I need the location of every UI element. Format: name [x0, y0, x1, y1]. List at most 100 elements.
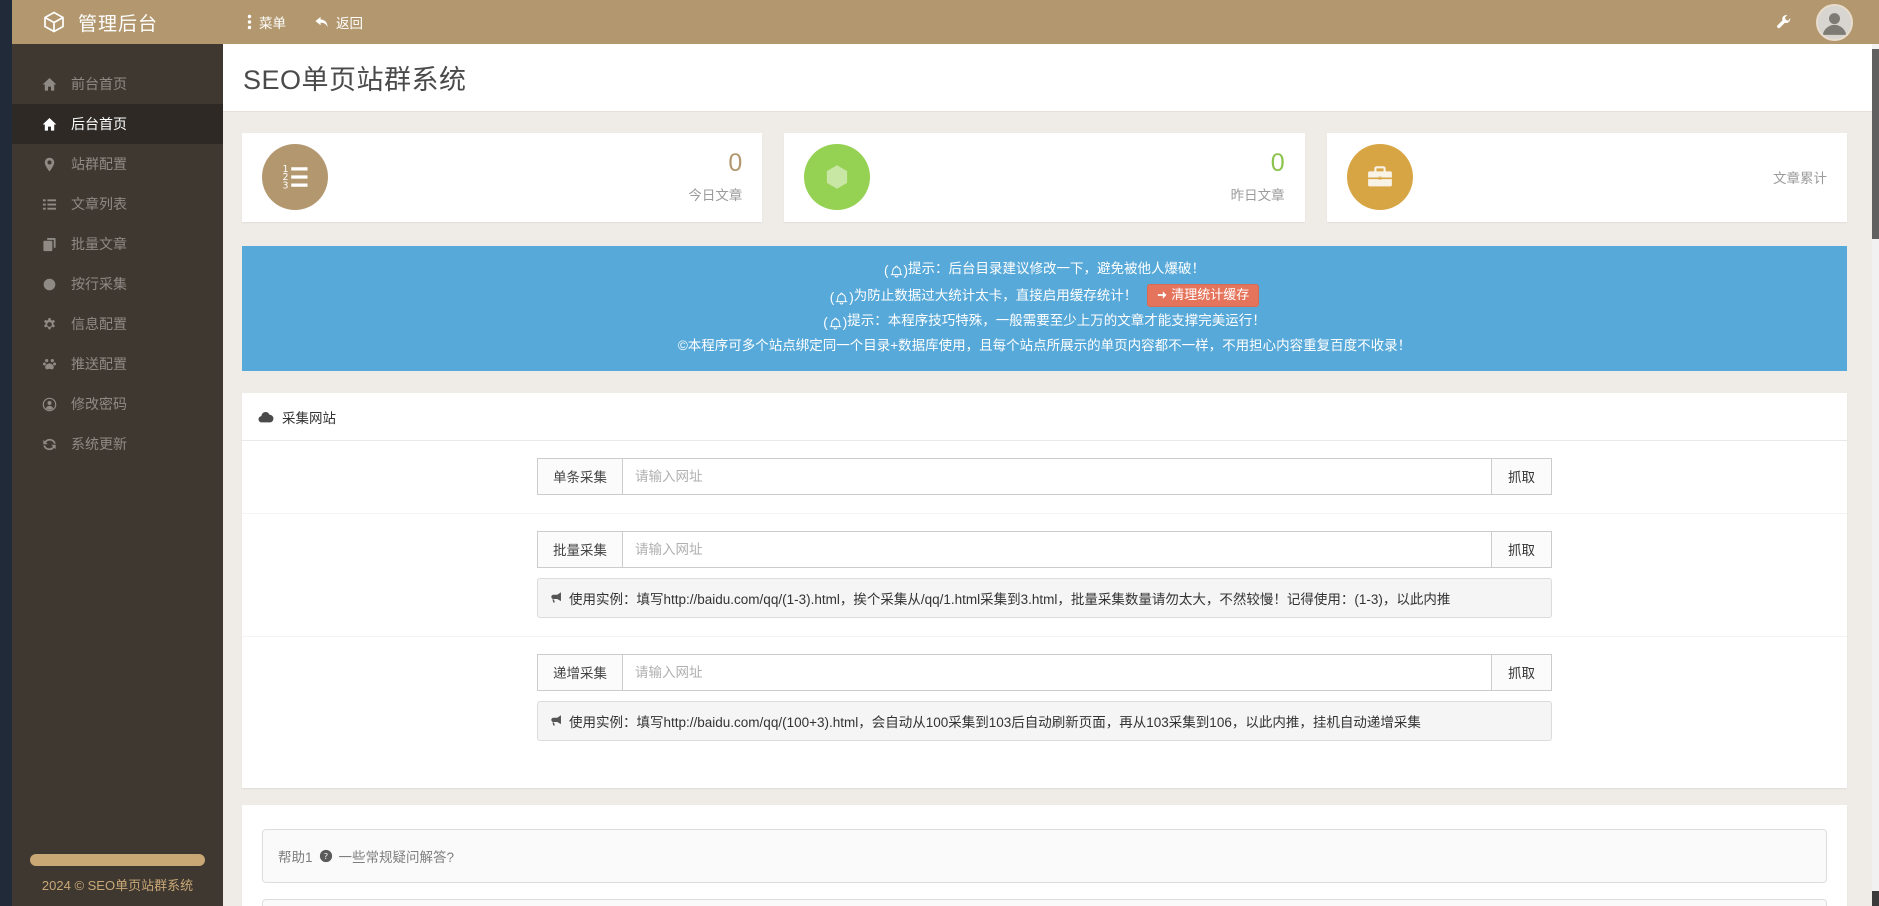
- sidebar-item-article-list[interactable]: 文章列表: [12, 184, 223, 224]
- collect-input-batch[interactable]: [622, 531, 1492, 568]
- briefcase-icon: [1347, 144, 1413, 210]
- sidebar-item-label: 推送配置: [71, 354, 127, 374]
- sidebar-footer-text: 2024 © SEO单页站群系统: [12, 875, 223, 894]
- map-marker-icon: [42, 157, 57, 172]
- paw-icon: [42, 357, 57, 372]
- back-label: 返回: [336, 12, 363, 32]
- hexagon-icon: [804, 144, 870, 210]
- scrollbar-end-arrow[interactable]: [1872, 891, 1879, 906]
- stat-value-yesterday: 0: [1231, 150, 1285, 176]
- home-icon: [42, 117, 57, 132]
- list-ol-icon: 1 2 3: [262, 144, 328, 210]
- sidebar-item-label: 后台首页: [71, 114, 127, 134]
- avatar[interactable]: [1816, 4, 1853, 41]
- collect-label-increment: 递增采集: [537, 654, 622, 691]
- menu-toggle[interactable]: 菜单: [247, 12, 286, 32]
- bell-icon: [830, 288, 854, 308]
- clear-cache-button[interactable]: 清理统计缓存: [1147, 284, 1259, 307]
- notice-banner: 提示：后台目录建议修改一下，避免被他人爆破！ 为防止数据过大统计太卡，直接启用缓…: [242, 246, 1847, 371]
- gear-icon: [42, 317, 57, 332]
- sidebar-item-change-password[interactable]: 修改密码: [12, 384, 223, 424]
- stat-card-total: 文章累计: [1327, 133, 1847, 222]
- sidebar-item-site-config[interactable]: 站群配置: [12, 144, 223, 184]
- stat-label-yesterday: 昨日文章: [1231, 184, 1285, 204]
- sidebar-item-label: 修改密码: [71, 394, 127, 414]
- sidebar: 前台首页 后台首页 站群配置: [12, 44, 223, 906]
- notice-line-2: 为防止数据过大统计太卡，直接启用缓存统计！清理统计缓存: [252, 284, 1837, 308]
- bell-icon: [884, 261, 908, 281]
- collect-panel: 采集网站 单条采集 抓取 批量采集: [242, 393, 1847, 788]
- collect-panel-title: 采集网站: [282, 407, 336, 427]
- content: 1 2 3 0 今日文章: [223, 112, 1879, 906]
- top-right-tools: [1774, 4, 1879, 41]
- reply-arrow-icon: [314, 16, 329, 29]
- cube-logo-icon: [42, 10, 66, 34]
- bullhorn-icon: [550, 714, 563, 727]
- page-title: SEO单页站群系统: [243, 58, 467, 97]
- back-link[interactable]: 返回: [314, 12, 363, 32]
- collect-input-single[interactable]: [622, 458, 1492, 495]
- stat-card-yesterday: 0 昨日文章: [784, 133, 1304, 222]
- stat-label-today: 今日文章: [688, 184, 742, 204]
- user-icon: [42, 397, 57, 412]
- svg-text:?: ?: [323, 851, 327, 861]
- help-panel: 帮助1 ? 一些常规疑问解答? 帮助2: [242, 805, 1847, 906]
- sidebar-item-label: 前台首页: [71, 74, 127, 94]
- sidebar-item-batch-articles[interactable]: 批量文章: [12, 224, 223, 264]
- sidebar-footer-bar: [30, 854, 205, 866]
- collect-hint-batch: 使用实例：填写http://baidu.com/qq/(1-3).html，挨个…: [537, 578, 1552, 618]
- help-accordion-1[interactable]: 帮助1 ? 一些常规疑问解答?: [262, 829, 1827, 883]
- sidebar-item-label: 站群配置: [71, 154, 127, 174]
- collect-grab-button-increment[interactable]: 抓取: [1492, 654, 1552, 691]
- scrollbar-track[interactable]: [1872, 44, 1879, 906]
- stat-value-today: 0: [688, 150, 742, 176]
- notice-line-4: ©本程序可多个站点绑定同一个目录+数据库使用，且每个站点所展示的单页内容都不一样…: [252, 336, 1837, 356]
- sidebar-item-line-collect[interactable]: 按行采集: [12, 264, 223, 304]
- collect-panel-body: 单条采集 抓取 批量采集 抓取: [242, 441, 1847, 788]
- collect-input-increment[interactable]: [622, 654, 1492, 691]
- collect-row-increment: 递增采集 抓取 使用实例：填写http://baidu.: [242, 637, 1847, 759]
- collect-grab-button-single[interactable]: 抓取: [1492, 458, 1552, 495]
- sidebar-item-push-config[interactable]: 推送配置: [12, 344, 223, 384]
- notice-line-3: 提示：本程序技巧特殊，一般需要至少上万的文章才能支撑完美运行！: [252, 311, 1837, 333]
- collect-row-batch: 批量采集 抓取 使用实例：填写http://baidu.: [242, 514, 1847, 637]
- sidebar-item-admin-home[interactable]: 后台首页: [12, 104, 223, 144]
- collect-label-single: 单条采集: [537, 458, 622, 495]
- sidebar-item-front-home[interactable]: 前台首页: [12, 64, 223, 104]
- arrow-right-icon: [1157, 290, 1167, 300]
- notice-line-1: 提示：后台目录建议修改一下，避免被他人爆破！: [252, 259, 1837, 281]
- main-area: SEO单页站群系统 1 2 3: [223, 44, 1879, 906]
- help-text: 一些常规疑问解答?: [339, 846, 455, 866]
- collect-row-single: 单条采集 抓取: [242, 441, 1847, 514]
- sidebar-item-label: 按行采集: [71, 274, 127, 294]
- list-icon: [42, 197, 57, 212]
- wrench-icon[interactable]: [1774, 13, 1792, 31]
- ellipsis-v-icon: [247, 14, 252, 30]
- sidebar-item-label: 文章列表: [71, 194, 127, 214]
- help-prefix: 帮助1: [278, 846, 313, 866]
- circle-icon: [42, 277, 57, 292]
- svg-text:3: 3: [283, 181, 289, 192]
- copy-icon: [42, 237, 57, 252]
- bell-icon: [823, 313, 847, 333]
- collect-panel-header: 采集网站: [242, 393, 1847, 441]
- admin-app: 管理后台 菜单 返回: [12, 0, 1879, 906]
- sidebar-item-system-update[interactable]: 系统更新: [12, 424, 223, 464]
- stat-label-total: 文章累计: [1773, 167, 1827, 187]
- brand-link[interactable]: 管理后台: [12, 9, 223, 36]
- sidebar-item-label: 信息配置: [71, 314, 127, 334]
- menu-label: 菜单: [259, 12, 286, 32]
- stat-card-today: 1 2 3 0 今日文章: [242, 133, 762, 222]
- sidebar-item-label: 系统更新: [71, 434, 127, 454]
- collect-grab-button-batch[interactable]: 抓取: [1492, 531, 1552, 568]
- top-bar: 管理后台 菜单 返回: [12, 0, 1879, 44]
- collect-hint-increment: 使用实例：填写http://baidu.com/qq/(100+3).html，…: [537, 701, 1552, 741]
- stat-cards-row: 1 2 3 0 今日文章: [242, 133, 1847, 222]
- help-accordion-2[interactable]: 帮助2 ? 给单页模板增加时间和浏览量?: [262, 899, 1827, 906]
- collect-label-batch: 批量采集: [537, 531, 622, 568]
- cloud-icon: [258, 411, 274, 423]
- sidebar-item-label: 批量文章: [71, 234, 127, 254]
- bullhorn-icon: [550, 591, 563, 604]
- sidebar-item-info-config[interactable]: 信息配置: [12, 304, 223, 344]
- scrollbar-thumb[interactable]: [1872, 49, 1879, 239]
